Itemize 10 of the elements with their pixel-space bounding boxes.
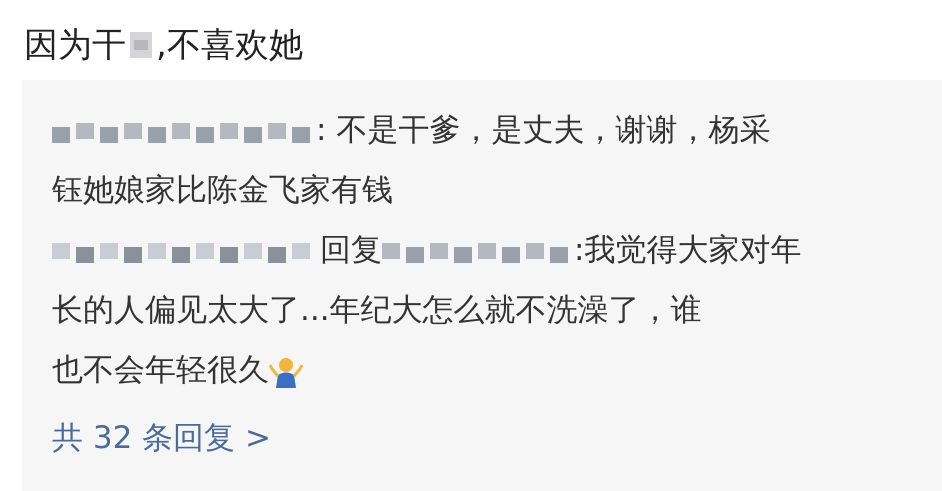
reply-text: 钰她娘家比陈金飞家有钱 xyxy=(52,172,393,208)
blurred-text-drawing xyxy=(128,30,154,60)
more-replies-link[interactable]: 共 32 条回复 > xyxy=(52,408,271,468)
reply-label: 回复 xyxy=(320,232,382,268)
reply-text: 长的人偏见太大了...年纪大怎么就不洗澡了，谁 xyxy=(52,292,702,328)
reply-text: : 不是干爹，是丈夫，谢谢，杨采 xyxy=(316,112,770,148)
reply-text: :我觉得大家对年 xyxy=(574,232,802,268)
post-title: 因为干 xyxy=(24,24,126,67)
post-title: ,不喜欢她 xyxy=(156,24,303,67)
reply-text: 也不会年轻很久 xyxy=(52,352,269,388)
